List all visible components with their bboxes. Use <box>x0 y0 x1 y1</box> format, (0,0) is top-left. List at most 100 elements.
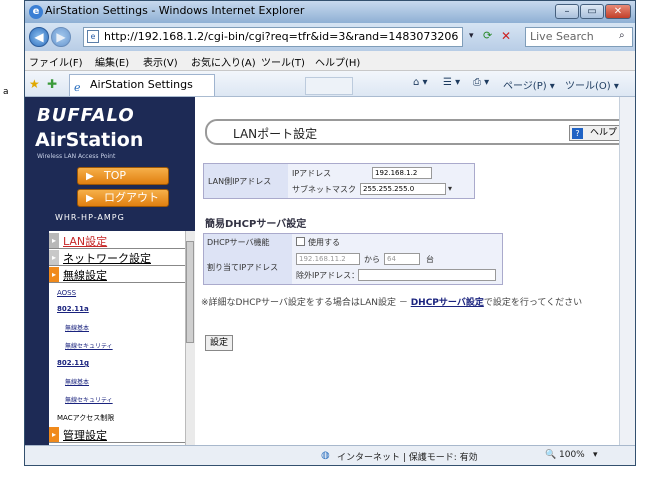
page-menu[interactable]: ページ(P) ▾ <box>503 77 555 92</box>
zoom-dropdown-icon[interactable]: ▾ <box>593 450 598 460</box>
main-panel: LANポート設定 ? ヘルプ LAN側IPアドレス IPアドレス 192.168… <box>195 97 635 445</box>
lan-ip-label-cell: LAN側IPアドレス <box>204 164 288 198</box>
sidebar-item-11g-basic[interactable]: 無線基本 <box>65 377 89 386</box>
menu-tools[interactable]: ツール(T) <box>261 54 305 69</box>
sidebar-item-wireless[interactable]: ▸ 無線設定 <box>49 267 185 283</box>
dhcp-function-label: DHCPサーバ機能 <box>207 238 270 247</box>
add-favorite-icon[interactable]: ✚ <box>47 77 57 91</box>
top-button-label: TOP <box>104 169 127 182</box>
ip-address-label: IPアドレス <box>292 169 332 178</box>
address-dropdown-icon[interactable]: ▾ <box>469 31 474 41</box>
feeds-icon[interactable]: ☰ ▾ <box>443 77 460 88</box>
section-marker-icon: ▸ <box>49 250 59 265</box>
home-icon[interactable]: ⌂ ▾ <box>413 77 428 88</box>
internet-zone-icon: ◍ <box>321 450 330 461</box>
logout-button[interactable]: ▶ ログアウト <box>77 189 169 207</box>
tools-menu[interactable]: ツール(O) ▾ <box>565 77 619 92</box>
sidebar-item-label: 管理設定 <box>63 429 107 442</box>
minimize-button[interactable]: – <box>555 4 579 19</box>
sidebar-item-11a-basic[interactable]: 無線基本 <box>65 323 89 332</box>
sidebar-item-label: 無線設定 <box>63 269 107 282</box>
dhcp-function-value-cell: 使用する <box>292 234 502 250</box>
help-button[interactable]: ? ヘルプ <box>569 125 621 141</box>
page-title: LANポート設定 <box>233 127 318 141</box>
exclude-ip-field[interactable] <box>358 269 496 281</box>
use-dhcp-label: 使用する <box>308 238 340 247</box>
stop-icon[interactable]: ✕ <box>501 29 511 43</box>
dhcp-table: DHCPサーバ機能 使用する 割り当てIPアドレス 192.168.11.2 か… <box>203 233 503 285</box>
dhcp-server-settings-link[interactable]: DHCPサーバ設定 <box>411 298 484 308</box>
menu-view[interactable]: 表示(V) <box>143 54 178 69</box>
sidebar-item-admin[interactable]: ▸ 管理設定 <box>49 427 185 443</box>
tab-ie-icon: ℯ <box>74 81 81 94</box>
menu-bar: ファイル(F) 編集(E) 表示(V) お気に入り(A) ツール(T) ヘルプ(… <box>25 51 635 71</box>
section-marker-icon: ▸ <box>49 427 59 442</box>
page-icon: e <box>87 30 99 43</box>
set-button[interactable]: 設定 <box>205 335 233 351</box>
search-input[interactable]: Live Search <box>525 27 633 47</box>
ie-logo-icon: e <box>29 5 43 19</box>
product-tagline: Wireless LAN Access Point <box>37 153 116 160</box>
sidebar-item-mac-filter[interactable]: MACアクセス制限 <box>57 413 114 423</box>
title-bar: e AirStation Settings - Windows Internet… <box>25 1 635 23</box>
menu-file[interactable]: ファイル(F) <box>29 54 83 69</box>
sidebar-item-802-11g[interactable]: 802.11g <box>57 359 89 367</box>
logout-button-label: ログアウト <box>104 191 159 204</box>
print-icon[interactable]: ⎙ ▾ <box>473 77 489 88</box>
section-marker-icon: ▸ <box>49 233 59 248</box>
dhcp-function-label-cell: DHCPサーバ機能 <box>204 234 292 250</box>
status-bar: ◍ インターネット | 保護モード: 有効 🔍 100% ▾ <box>25 445 635 465</box>
tab-airstation[interactable]: ℯ AirStation Settings <box>69 74 215 96</box>
address-input[interactable]: http://192.168.1.2/cgi-bin/cgi?req=tfr&i… <box>83 27 463 47</box>
favorites-star-icon[interactable]: ★ <box>29 77 40 91</box>
help-button-label: ヘルプ <box>590 128 618 138</box>
lan-ip-row-label: LAN側IPアドレス <box>208 177 272 186</box>
dhcp-note: ※詳細なDHCPサーバ設定をする場合はLAN設定 － DHCPサーバ設定で設定を… <box>201 297 625 309</box>
subnet-mask-select[interactable]: 255.255.255.0 <box>360 183 446 195</box>
zoom-level[interactable]: 100% <box>559 450 585 460</box>
margin-marker: a <box>3 87 9 97</box>
sidebar-item-lan[interactable]: ▸ LAN設定 <box>49 233 185 249</box>
address-toolbar: ◀ ▶ http://192.168.1.2/cgi-bin/cgi?req=t… <box>25 23 635 51</box>
top-button[interactable]: ▶ TOP <box>77 167 169 185</box>
sidebar-scroll-thumb[interactable] <box>186 241 194 343</box>
sidebar-item-11a-security[interactable]: 無線セキュリティ <box>65 341 113 350</box>
menu-edit[interactable]: 編集(E) <box>95 54 129 69</box>
tab-label: AirStation Settings <box>90 78 193 91</box>
exclude-ip-label: 除外IPアドレス： <box>296 271 360 280</box>
refresh-icon[interactable]: ⟳ <box>483 29 492 42</box>
new-tab-button[interactable] <box>305 77 353 95</box>
sidebar-item-802-11a[interactable]: 802.11a <box>57 305 89 313</box>
close-button[interactable]: ✕ <box>605 4 631 19</box>
sidebar-item-11g-security[interactable]: 無線セキュリティ <box>65 395 113 404</box>
dhcp-section-title: 簡易DHCPサーバ設定 <box>205 219 307 230</box>
menu-favorites[interactable]: お気に入り(A) <box>191 54 256 69</box>
maximize-button[interactable]: ▭ <box>580 4 604 19</box>
menu-help[interactable]: ヘルプ(H) <box>315 54 360 69</box>
dhcp-start-ip-field[interactable]: 192.168.11.2 <box>296 253 360 265</box>
sidebar-item-aoss[interactable]: AOSS <box>57 289 76 297</box>
forward-button[interactable]: ▶ <box>51 27 71 47</box>
back-button[interactable]: ◀ <box>29 27 49 47</box>
arrow-right-icon: ▶ <box>86 193 94 204</box>
use-dhcp-checkbox[interactable] <box>296 237 305 246</box>
dhcp-range-value-cell: 192.168.11.2 から 64 台 除外IPアドレス： <box>292 250 502 284</box>
note-suffix: で設定を行ってください <box>483 298 583 308</box>
dhcp-count-field[interactable]: 64 <box>384 253 420 265</box>
sidebar-item-network[interactable]: ▸ ネットワーク設定 <box>49 250 185 266</box>
dhcp-range-label-cell: 割り当てIPアドレス <box>204 250 292 284</box>
sidebar: BUFFALO AirStation Wireless LAN Access P… <box>25 97 195 445</box>
browser-window: e AirStation Settings - Windows Internet… <box>24 0 636 466</box>
lan-ip-value-cell: IPアドレス 192.168.1.2 サブネットマスク 255.255.255.… <box>288 164 474 198</box>
section-marker-icon: ▸ <box>49 267 59 282</box>
page-header: LANポート設定 ? ヘルプ <box>205 119 625 145</box>
page-scrollbar[interactable] <box>619 97 635 445</box>
window-title: AirStation Settings - Windows Internet E… <box>45 4 305 17</box>
arrow-right-icon: ▶ <box>86 171 94 182</box>
search-icon[interactable]: ⌕ <box>619 30 625 41</box>
sidebar-item-label: LAN設定 <box>63 235 108 248</box>
chevron-down-icon[interactable]: ▾ <box>448 184 452 193</box>
ip-address-field[interactable]: 192.168.1.2 <box>372 167 432 179</box>
note-prefix: ※詳細なDHCPサーバ設定をする場合はLAN設定 － <box>201 298 411 308</box>
lan-ip-table: LAN側IPアドレス IPアドレス 192.168.1.2 サブネットマスク 2… <box>203 163 475 199</box>
